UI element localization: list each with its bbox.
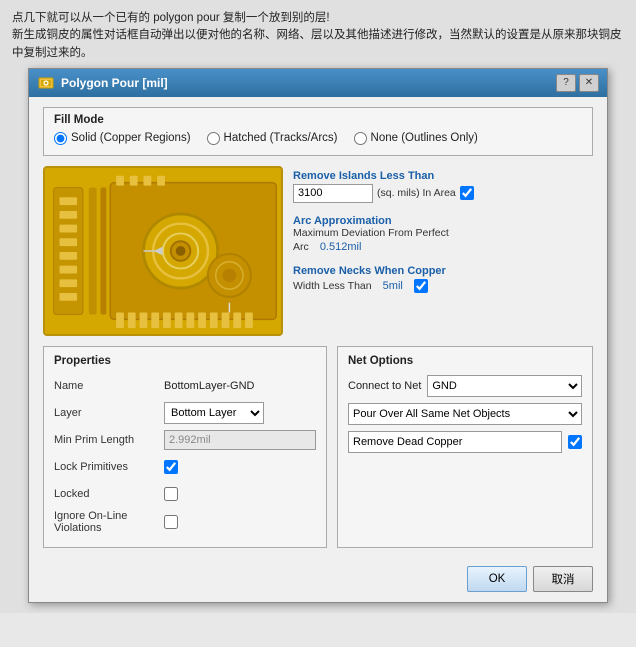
necks-title: Remove Necks When Copper — [293, 265, 593, 277]
middle-section: Remove Islands Less Than (sq. mils) In A… — [43, 166, 593, 336]
net-options-panel: Net Options Connect to Net GND VCC Pour … — [337, 346, 593, 548]
lock-primitives-checkbox[interactable] — [164, 460, 178, 474]
annotations-area: Remove Islands Less Than (sq. mils) In A… — [293, 166, 593, 336]
none-option[interactable]: None (Outlines Only) — [354, 132, 478, 145]
solid-label: Solid (Copper Regions) — [71, 132, 191, 144]
layer-select[interactable]: Bottom Layer Top Layer — [164, 402, 264, 424]
name-value: BottomLayer-GND — [164, 380, 254, 392]
intro-paragraph: 点几下就可以从一个已有的 polygon pour 复制一个放到别的层! 新生成… — [12, 10, 624, 62]
fill-mode-label: Fill Mode — [54, 114, 582, 126]
name-label: Name — [54, 380, 164, 392]
intro-line2: 新生成铜皮的属性对话框自动弹出以便对他的名称、网络、层以及其他描述进行修改，当然… — [12, 29, 622, 58]
min-prim-input — [164, 430, 316, 450]
necks-annotation: Remove Necks When Copper Width Less Than… — [293, 265, 593, 293]
islands-title: Remove Islands Less Than — [293, 170, 593, 182]
remove-dead-row — [348, 431, 582, 453]
hatched-label: Hatched (Tracks/Arcs) — [224, 132, 338, 144]
help-button[interactable]: ? — [556, 74, 576, 92]
lock-primitives-row: Lock Primitives — [54, 456, 316, 478]
dialog-body: Fill Mode Solid (Copper Regions) Hatched… — [29, 97, 607, 560]
arc-title: Arc Approximation — [293, 215, 593, 227]
islands-value-input[interactable] — [293, 184, 373, 203]
hatched-option[interactable]: Hatched (Tracks/Arcs) — [207, 132, 338, 145]
dialog-title: Polygon Pour [mil] — [61, 76, 553, 90]
arc-annotation: Arc Approximation Maximum Deviation From… — [293, 215, 593, 253]
necks-detail: Width Less Than — [293, 280, 372, 292]
bottom-panels: Properties Name BottomLayer-GND Layer Bo… — [43, 346, 593, 548]
dialog-window: Polygon Pour [mil] ? ✕ Fill Mode Solid (… — [28, 68, 608, 603]
layer-label: Layer — [54, 407, 164, 419]
ignore-violations-label: Ignore On-Line Violations — [54, 510, 164, 534]
connect-net-label: Connect to Net — [348, 380, 421, 392]
arc-detail: Maximum Deviation From Perfect — [293, 227, 593, 239]
cancel-button[interactable]: 取消 — [533, 566, 593, 592]
connect-net-select[interactable]: GND VCC — [427, 375, 582, 397]
intro-line1: 点几下就可以从一个已有的 polygon pour 复制一个放到别的层! — [12, 12, 330, 24]
islands-annotation: Remove Islands Less Than (sq. mils) In A… — [293, 170, 593, 203]
lock-primitives-label: Lock Primitives — [54, 461, 164, 473]
layer-row: Layer Bottom Layer Top Layer — [54, 402, 316, 424]
pour-over-select[interactable]: Pour Over All Same Net Objects Don't Pou… — [348, 403, 582, 425]
locked-checkbox[interactable] — [164, 487, 178, 501]
pcb-illustration — [43, 166, 283, 336]
remove-dead-input — [348, 431, 562, 453]
ignore-violations-checkbox[interactable] — [164, 515, 178, 529]
none-label: None (Outlines Only) — [371, 132, 478, 144]
properties-title: Properties — [54, 355, 316, 367]
remove-dead-checkbox[interactable] — [568, 435, 582, 449]
islands-unit: (sq. mils) In Area — [377, 187, 456, 199]
necks-value: 5mil — [383, 280, 403, 292]
necks-checkbox[interactable] — [414, 279, 428, 293]
dialog-icon — [37, 74, 55, 92]
close-button[interactable]: ✕ — [579, 74, 599, 92]
ok-button[interactable]: OK — [467, 566, 527, 592]
locked-label: Locked — [54, 488, 164, 500]
solid-option[interactable]: Solid (Copper Regions) — [54, 132, 191, 145]
fill-mode-radio-group: Solid (Copper Regions) Hatched (Tracks/A… — [54, 132, 582, 145]
min-prim-row: Min Prim Length — [54, 429, 316, 451]
arc-value: 0.512mil — [320, 241, 362, 253]
locked-row: Locked — [54, 483, 316, 505]
min-prim-label: Min Prim Length — [54, 434, 164, 446]
properties-panel: Properties Name BottomLayer-GND Layer Bo… — [43, 346, 327, 548]
fill-mode-section: Fill Mode Solid (Copper Regions) Hatched… — [43, 107, 593, 156]
dialog-titlebar: Polygon Pour [mil] ? ✕ — [29, 69, 607, 97]
arc-label: Arc — [293, 241, 309, 253]
connect-net-row: Connect to Net GND VCC — [348, 375, 582, 397]
name-row: Name BottomLayer-GND — [54, 375, 316, 397]
islands-checkbox[interactable] — [460, 186, 474, 200]
pour-over-row: Pour Over All Same Net Objects Don't Pou… — [348, 403, 582, 425]
ignore-violations-row: Ignore On-Line Violations — [54, 510, 316, 534]
net-options-title: Net Options — [348, 355, 582, 367]
dialog-footer: OK 取消 — [29, 560, 607, 602]
